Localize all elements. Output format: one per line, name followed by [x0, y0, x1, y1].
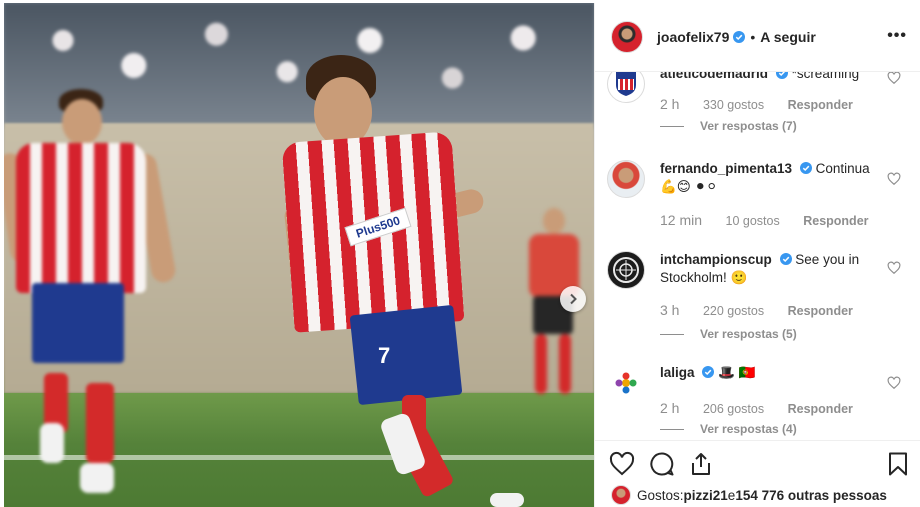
post-sidebar: joaofelix79 • A seguir ••• atleticodemad…	[594, 3, 920, 507]
heart-icon[interactable]	[609, 451, 635, 477]
reply-button[interactable]: Responder	[788, 402, 853, 416]
comment-text: *screaming	[791, 72, 860, 81]
comment-time: 2 h	[660, 400, 680, 416]
comment-username[interactable]: intchampionscup	[660, 252, 772, 267]
comment-username[interactable]: atleticodemadrid	[660, 72, 768, 81]
reply-button[interactable]: Responder	[788, 98, 853, 112]
more-options-button[interactable]: •••	[887, 27, 907, 45]
comment-meta: 2 h 330 gostos Responder	[660, 96, 873, 112]
view-replies-button[interactable]: Ver respostas (7)	[660, 119, 797, 133]
heart-icon[interactable]	[887, 72, 901, 85]
likes-others[interactable]: 154 776 outras pessoas	[735, 488, 887, 503]
heart-icon[interactable]	[887, 172, 901, 186]
replies-dash	[660, 428, 684, 430]
bookmark-icon[interactable]	[885, 451, 911, 477]
heart-icon[interactable]	[887, 261, 901, 275]
comment-likes[interactable]: 206 gostos	[703, 402, 764, 416]
comment-likes[interactable]: 220 gostos	[703, 304, 764, 318]
comment-avatar-laliga[interactable]	[607, 364, 645, 402]
author-avatar[interactable]	[611, 21, 643, 53]
view-replies-label: Ver respostas (7)	[700, 119, 797, 133]
post-photo[interactable]: Plus500 7	[4, 3, 594, 507]
comment-body: intchampionscup See you in Stockholm! 🙂	[660, 251, 878, 287]
view-replies-button[interactable]: Ver respostas (4)	[660, 422, 797, 436]
comment-username[interactable]: fernando_pimenta13	[660, 161, 792, 176]
reply-button[interactable]: Responder	[788, 304, 853, 318]
verified-icon	[733, 31, 746, 43]
author-username[interactable]: joaofelix79	[657, 29, 729, 45]
champions-cup-logo-icon	[613, 257, 639, 283]
post-header: joaofelix79 • A seguir •••	[595, 3, 920, 72]
likes-prefix: Gostos:	[637, 487, 684, 503]
player-main: Plus500 7	[281, 55, 524, 507]
comment-time: 2 h	[660, 96, 680, 112]
view-replies-label: Ver respostas (5)	[700, 327, 797, 341]
comment-body: atleticodemadrid *screaming	[660, 72, 878, 83]
comment-meta: 2 h 206 gostos Responder	[660, 400, 873, 416]
likes-user[interactable]: pizzi21	[684, 488, 728, 503]
next-photo-button[interactable]	[560, 286, 586, 312]
share-icon[interactable]	[688, 451, 714, 477]
view-replies-label: Ver respostas (4)	[700, 422, 797, 436]
comment-icon[interactable]	[649, 451, 675, 477]
comment-likes[interactable]: 330 gostos	[703, 98, 764, 112]
following-button[interactable]: A seguir	[760, 29, 816, 45]
replies-dash	[660, 333, 684, 335]
view-replies-button[interactable]: Ver respostas (5)	[660, 327, 797, 341]
chevron-right-icon	[570, 293, 577, 305]
comment-time: 3 h	[660, 302, 680, 318]
laliga-logo-icon	[615, 372, 637, 394]
comments-list[interactable]: atleticodemadrid *screaming 2 h 330 gost…	[595, 72, 920, 440]
comment-avatar-atleticodemadrid[interactable]	[607, 72, 645, 103]
comment-avatar-fernando-pimenta13[interactable]	[607, 160, 645, 198]
atletico-crest-icon	[616, 72, 636, 96]
comment-text: 🎩 🇵🇹	[718, 365, 756, 380]
comment-username[interactable]: laliga	[660, 365, 695, 380]
comment-avatar-intchampionscup[interactable]	[607, 251, 645, 289]
comment-time: 12 min	[660, 212, 703, 228]
comment-body: fernando_pimenta13 Continua 💪😊 ⚫⚪	[660, 160, 878, 196]
replies-dash	[660, 125, 684, 127]
verified-icon	[779, 253, 792, 265]
verified-icon	[702, 366, 715, 378]
player-background-left	[4, 83, 184, 503]
likes-middle: e	[727, 487, 736, 503]
heart-icon[interactable]	[887, 376, 901, 390]
comment-meta: 3 h 220 gostos Responder	[660, 302, 873, 318]
jersey-number: 7	[378, 343, 391, 368]
post-actions: Gostos: pizzi21 e 154 776 outras pessoas	[595, 440, 920, 507]
likes-summary[interactable]: Gostos: pizzi21 e 154 776 outras pessoas	[611, 485, 887, 505]
reply-button[interactable]: Responder	[803, 214, 868, 228]
verified-icon	[775, 72, 788, 79]
liker-avatar	[611, 485, 631, 505]
comment-meta: 12 min 10 gostos Responder	[660, 212, 889, 228]
comment-body: laliga 🎩 🇵🇹	[660, 364, 878, 382]
comment-likes[interactable]: 10 gostos	[726, 214, 780, 228]
header-separator: •	[750, 29, 756, 45]
verified-icon	[799, 162, 812, 174]
